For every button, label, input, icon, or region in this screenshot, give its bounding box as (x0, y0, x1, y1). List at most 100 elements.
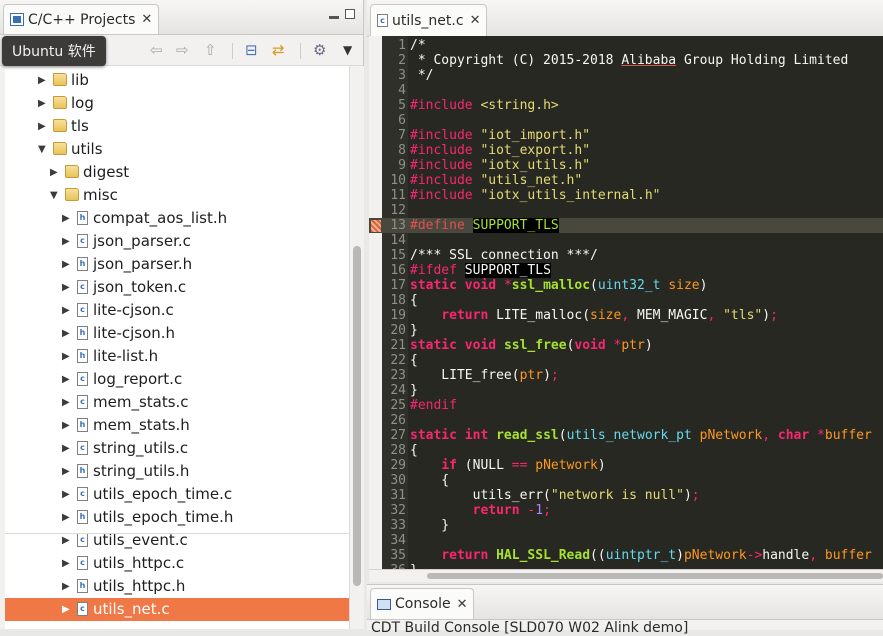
tab-cpp-projects[interactable]: C/C++ Projects ✕ (3, 4, 160, 34)
code-token: "iot_import.h" (480, 128, 591, 143)
tree-file-item[interactable]: ▶ h json_parser.h (5, 253, 349, 276)
code-token: -> (746, 548, 763, 563)
console-output: CDT Build Console [SLD070 W02 Alink demo… (371, 620, 689, 636)
tree-file-item[interactable]: ▶ c log_report.c (5, 368, 349, 391)
code-line: 27 static int read_ssl(utils_network_pt p… (369, 428, 883, 443)
code-text: #include <string.h> (410, 98, 559, 113)
tree-file-item[interactable]: ▶ c lite-cjson.c (5, 299, 349, 322)
tree-file-item[interactable]: ▶ c json_token.c (5, 276, 349, 299)
scrollbar-thumb[interactable] (427, 573, 883, 579)
collapse-all-icon[interactable]: ⊟ (245, 41, 258, 59)
tree-file-item[interactable]: ▶ c json_parser.c (5, 230, 349, 253)
code-token: "iotx_utils.h" (480, 158, 591, 173)
tree-file-item[interactable]: ▶ h compat_aos_list.h (5, 207, 349, 230)
editor-horizontal-scrollbar[interactable] (369, 569, 883, 582)
filter-icon[interactable]: ⚙ (313, 41, 326, 59)
code-token: <string.h> (480, 98, 559, 113)
collapsed-arrow-icon[interactable]: ▶ (62, 598, 70, 621)
error-marker-icon[interactable] (371, 220, 381, 232)
tree-folder-item[interactable]: ▶ log (5, 92, 349, 115)
code-token: static (410, 278, 465, 293)
tree-item-label: json_token.c (93, 278, 187, 296)
tab-utils-net-c[interactable]: c utils_net.c ✕ (370, 4, 488, 36)
tree-folder-item[interactable]: ▼ utils (5, 138, 349, 161)
expanded-arrow-icon[interactable]: ▼ (38, 138, 46, 161)
collapsed-arrow-icon[interactable]: ▶ (62, 552, 70, 575)
line-number: 8 (398, 143, 406, 158)
code-token: SUPPORT_TLS (464, 263, 551, 278)
tree-file-item[interactable]: ▶ c utils_httpc.c (5, 552, 349, 575)
folder-icon (53, 119, 67, 132)
close-icon[interactable]: ✕ (470, 13, 481, 28)
up-folder-icon[interactable]: ⇧ (204, 41, 217, 59)
expanded-arrow-icon[interactable]: ▼ (50, 184, 58, 207)
tab-console[interactable]: Console ✕ (370, 588, 475, 619)
code-line: 7 #include "iot_import.h" (369, 128, 883, 143)
tree-folder-item[interactable]: ▶ digest (5, 161, 349, 184)
collapsed-arrow-icon[interactable]: ▶ (62, 483, 70, 506)
collapsed-arrow-icon[interactable]: ▶ (62, 276, 70, 299)
tab-console-label: Console (395, 596, 451, 612)
tree-file-item[interactable]: ▶ c utils_epoch_time.c (5, 483, 349, 506)
line-number: 28 (390, 443, 406, 458)
link-with-editor-icon[interactable]: ⇄ (272, 41, 285, 59)
view-menu-chevron-down-icon[interactable]: ▼ (343, 43, 352, 57)
tree-folder-item[interactable]: ▼ misc (5, 184, 349, 207)
line-number: 16 (390, 263, 406, 278)
collapsed-arrow-icon[interactable]: ▶ (50, 161, 58, 184)
back-arrow-icon[interactable]: ⇦ (150, 41, 163, 59)
tree-file-item[interactable]: ▶ c mem_stats.c (5, 391, 349, 414)
collapsed-arrow-icon[interactable]: ▶ (62, 322, 70, 345)
collapsed-arrow-icon[interactable]: ▶ (62, 207, 70, 230)
line-number: 31 (390, 488, 406, 503)
tree-file-item[interactable]: ▶ h string_utils.h (5, 460, 349, 483)
close-icon[interactable]: ✕ (457, 597, 468, 612)
tree-file-item[interactable]: ▶ h lite-list.h (5, 345, 349, 368)
tree-file-item[interactable]: ▶ c string_utils.c (5, 437, 349, 460)
code-token: size (590, 308, 622, 323)
code-editor[interactable]: 1/* 2 * Copyright (C) 2015-2018 Alibaba G… (369, 36, 883, 569)
collapsed-arrow-icon[interactable]: ▶ (62, 368, 70, 391)
project-tree[interactable]: ▶ lib ▶ log ▶ tls ▼ utils ▶ digest ▼ misc ▶ h compat_a… (5, 66, 349, 629)
collapsed-arrow-icon[interactable]: ▶ (38, 69, 46, 92)
code-token: buffer (824, 548, 872, 563)
tree-item-label: mem_stats.c (93, 393, 189, 411)
code-token: #endif (410, 398, 457, 413)
tree-file-item[interactable]: ▶ h utils_epoch_time.h (5, 506, 349, 529)
collapsed-arrow-icon[interactable]: ▶ (62, 230, 70, 253)
editor-tabbar: c utils_net.c ✕ (367, 0, 883, 37)
collapsed-arrow-icon[interactable]: ▶ (62, 506, 70, 529)
collapsed-arrow-icon[interactable]: ▶ (62, 391, 70, 414)
code-token: * (503, 278, 512, 293)
collapsed-arrow-icon[interactable]: ▶ (62, 437, 70, 460)
tree-file-item[interactable]: ▶ c utils_net.c (5, 598, 349, 621)
tree-folder-item[interactable]: ▶ tls (5, 115, 349, 138)
collapsed-arrow-icon[interactable]: ▶ (62, 414, 70, 437)
code-token: uintptr_t (605, 548, 677, 563)
tree-file-item[interactable]: ▶ h mem_stats.h (5, 414, 349, 437)
code-line: 26 (369, 413, 883, 428)
maximize-button[interactable] (345, 9, 355, 19)
collapsed-arrow-icon[interactable]: ▶ (62, 575, 70, 598)
collapsed-arrow-icon[interactable]: ▶ (62, 253, 70, 276)
code-line: 17 static void *ssl_malloc(uint32_t size) (369, 278, 883, 293)
code-token: , (762, 428, 778, 443)
header-file-icon: h (77, 326, 88, 340)
scrollbar-thumb[interactable] (353, 246, 361, 586)
tree-file-item[interactable]: ▶ h lite-cjson.h (5, 322, 349, 345)
tree-file-item[interactable]: ▶ h utils_httpc.h (5, 575, 349, 598)
collapsed-arrow-icon[interactable]: ▶ (62, 299, 70, 322)
close-icon[interactable]: ✕ (141, 12, 152, 27)
tree-vertical-scrollbar[interactable] (349, 66, 364, 629)
collapsed-arrow-icon[interactable]: ▶ (62, 460, 70, 483)
forward-arrow-icon[interactable]: ⇨ (176, 41, 189, 59)
tree-folder-item[interactable]: ▶ lib (5, 69, 349, 92)
collapsed-arrow-icon[interactable]: ▶ (62, 345, 70, 368)
code-token: ) (699, 278, 708, 293)
minimize-button[interactable] (329, 16, 339, 19)
collapsed-arrow-icon[interactable]: ▶ (38, 92, 46, 115)
code-token: #include (410, 98, 481, 113)
collapsed-arrow-icon[interactable]: ▶ (38, 115, 46, 138)
code-text: static int read_ssl(utils_network_pt pNe… (410, 428, 872, 443)
